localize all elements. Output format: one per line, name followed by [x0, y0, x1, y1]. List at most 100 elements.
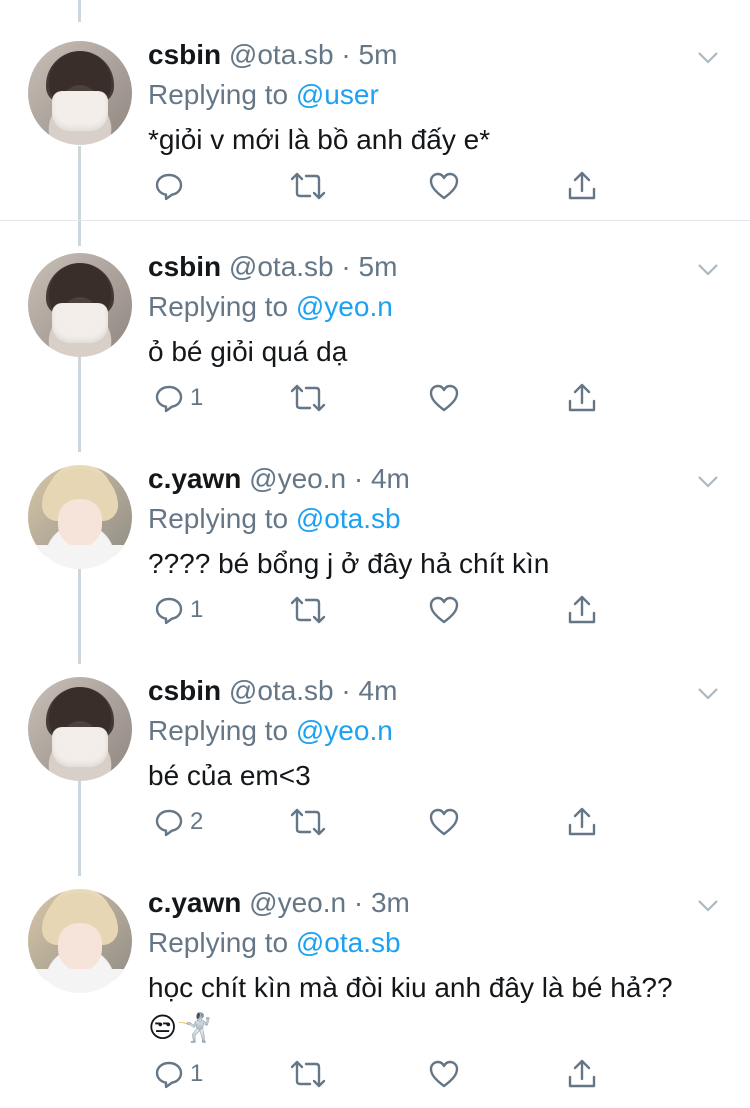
- timestamp[interactable]: 4m: [359, 675, 398, 706]
- chevron-down-icon[interactable]: [698, 476, 718, 488]
- avatar[interactable]: [28, 41, 132, 145]
- display-name[interactable]: c.yawn: [148, 887, 241, 918]
- tweet[interactable]: c.yawn @yeo.n · 3m Replying to @ota.sb h…: [0, 856, 750, 1108]
- separator-dot: ·: [341, 251, 351, 282]
- tweet-text: ???? bé bổng j ở đây hả chít kìn: [148, 548, 550, 579]
- user-handle[interactable]: @ota.sb: [229, 39, 334, 70]
- reply-icon: [155, 1061, 183, 1089]
- chevron-down-icon[interactable]: [698, 52, 718, 64]
- separator-dot: ·: [353, 463, 364, 494]
- chevron-down-icon[interactable]: [698, 900, 718, 912]
- tweet-header: csbin @ota.sb · 4m: [148, 674, 397, 708]
- retweet-icon: [290, 172, 326, 200]
- reply-button[interactable]: 2: [154, 804, 203, 840]
- timestamp[interactable]: 3m: [371, 887, 410, 918]
- separator-dot: ·: [341, 39, 351, 70]
- action-bar: 1: [148, 1056, 618, 1092]
- like-button[interactable]: [428, 380, 460, 416]
- avatar[interactable]: [28, 253, 132, 357]
- share-icon: [568, 171, 596, 200]
- share-button[interactable]: [566, 380, 598, 416]
- reply-icon: [155, 597, 183, 625]
- replying-label: Replying to: [148, 715, 289, 746]
- avatar[interactable]: [28, 677, 132, 781]
- reply-target-handle[interactable]: @user: [296, 79, 379, 110]
- action-bar: [148, 168, 618, 204]
- share-icon: [568, 383, 596, 412]
- share-icon: [568, 1059, 596, 1088]
- separator-dot: ·: [341, 675, 351, 706]
- timestamp[interactable]: 5m: [359, 251, 398, 282]
- like-button[interactable]: [428, 168, 460, 204]
- reply-button[interactable]: 1: [154, 592, 203, 628]
- retweet-button[interactable]: [290, 380, 326, 416]
- tweet-header: csbin @ota.sb · 5m: [148, 250, 397, 284]
- tweet-header: c.yawn @yeo.n · 3m: [148, 886, 410, 920]
- replying-label: Replying to: [148, 79, 289, 110]
- retweet-button[interactable]: [290, 804, 326, 840]
- reply-target-handle[interactable]: @yeo.n: [296, 291, 393, 322]
- retweet-icon: [290, 384, 326, 412]
- tweet-text: ỏ bé giỏi quá dạ: [148, 336, 348, 367]
- tweet[interactable]: csbin @ota.sb · 4m Replying to @yeo.n bé…: [0, 644, 750, 856]
- share-button[interactable]: [566, 804, 598, 840]
- timestamp[interactable]: 5m: [359, 39, 398, 70]
- tweet[interactable]: csbin @ota.sb · 5m Replying to @user *gi…: [0, 8, 750, 221]
- reply-icon: [155, 385, 183, 413]
- user-handle[interactable]: @yeo.n: [249, 887, 346, 918]
- action-bar: 1: [148, 592, 618, 628]
- replying-label: Replying to: [148, 503, 289, 534]
- user-handle[interactable]: @yeo.n: [249, 463, 346, 494]
- reply-button[interactable]: 1: [154, 380, 203, 416]
- reply-target-handle[interactable]: @ota.sb: [296, 503, 401, 534]
- reply-button[interactable]: [154, 168, 190, 204]
- separator-dot: ·: [353, 887, 364, 918]
- display-name[interactable]: csbin: [148, 251, 221, 282]
- reply-target-handle[interactable]: @ota.sb: [296, 927, 401, 958]
- like-button[interactable]: [428, 804, 460, 840]
- reply-count: 1: [190, 1060, 204, 1087]
- retweet-icon: [290, 1060, 326, 1088]
- share-icon: [568, 595, 596, 624]
- reply-icon: [155, 809, 183, 837]
- timestamp[interactable]: 4m: [371, 463, 410, 494]
- like-icon: [429, 1060, 459, 1088]
- chevron-down-icon[interactable]: [698, 264, 718, 276]
- share-button[interactable]: [566, 168, 598, 204]
- reply-count: 1: [190, 596, 204, 623]
- tweet[interactable]: c.yawn @yeo.n · 4m Replying to @ota.sb ?…: [0, 432, 750, 644]
- like-button[interactable]: [428, 592, 460, 628]
- replying-to: Replying to @user: [148, 78, 379, 112]
- action-bar: 1: [148, 380, 618, 416]
- tweet-header: c.yawn @yeo.n · 4m: [148, 462, 410, 496]
- retweet-button[interactable]: [290, 592, 326, 628]
- replying-to: Replying to @yeo.n: [148, 714, 393, 748]
- like-button[interactable]: [428, 1056, 460, 1092]
- user-handle[interactable]: @ota.sb: [229, 675, 334, 706]
- avatar[interactable]: [28, 889, 132, 993]
- avatar[interactable]: [28, 465, 132, 569]
- display-name[interactable]: c.yawn: [148, 463, 241, 494]
- reply-button[interactable]: 1: [154, 1056, 203, 1092]
- share-button[interactable]: [566, 592, 598, 628]
- tweet-text: *giỏi v mới là bồ anh đấy e*: [148, 124, 491, 155]
- share-button[interactable]: [566, 1056, 598, 1092]
- tweet-text: học chít kìn mà đòi kiu anh đây là bé hả…: [148, 972, 673, 1043]
- replying-to: Replying to @yeo.n: [148, 290, 393, 324]
- like-icon: [429, 596, 459, 624]
- tweet[interactable]: csbin @ota.sb · 5m Replying to @yeo.n ỏ …: [0, 220, 750, 432]
- reply-target-handle[interactable]: @yeo.n: [296, 715, 393, 746]
- retweet-button[interactable]: [290, 168, 326, 204]
- replying-label: Replying to: [148, 927, 289, 958]
- display-name[interactable]: csbin: [148, 39, 221, 70]
- reply-count: 1: [190, 384, 204, 411]
- replying-to: Replying to @ota.sb: [148, 502, 401, 536]
- chevron-down-icon[interactable]: [698, 688, 718, 700]
- display-name[interactable]: csbin: [148, 675, 221, 706]
- retweet-button[interactable]: [290, 1056, 326, 1092]
- user-handle[interactable]: @ota.sb: [229, 251, 334, 282]
- tweet-header: csbin @ota.sb · 5m: [148, 38, 397, 72]
- like-icon: [429, 384, 459, 412]
- retweet-icon: [290, 808, 326, 836]
- action-bar: 2: [148, 804, 618, 840]
